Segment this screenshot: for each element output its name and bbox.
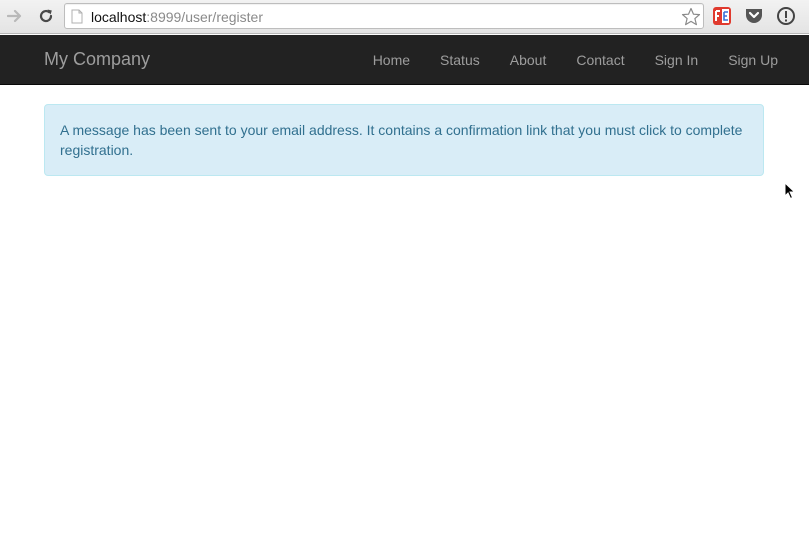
page-icon [71,9,83,29]
nav-sign-up[interactable]: Sign Up [713,35,809,85]
info-alert: A message has been sent to your email ad… [44,104,764,176]
nav-sign-in[interactable]: Sign In [640,35,714,85]
fe-extension-icon[interactable] [711,5,733,27]
url-path: :8999/user/register [146,9,263,25]
nav-home[interactable]: Home [358,35,425,85]
nav-contact[interactable]: Contact [561,35,639,85]
brand-link[interactable]: My Company [44,49,150,69]
mouse-cursor-icon [784,181,796,205]
address-bar[interactable]: localhost:8999/user/register [64,3,704,29]
reload-icon[interactable] [36,6,56,26]
info-icon[interactable] [775,5,797,27]
top-navbar: My Company Home Status About Contact Sig… [0,35,809,85]
alert-message: A message has been sent to your email ad… [60,122,743,158]
pocket-icon[interactable] [743,5,765,27]
browser-toolbar: localhost:8999/user/register [0,0,809,34]
nav-about[interactable]: About [495,35,562,85]
nav-status[interactable]: Status [425,35,495,85]
url-host: localhost [91,9,147,25]
url-text[interactable]: localhost:8999/user/register [91,9,263,25]
nav-links: Home Status About Contact Sign In Sign U… [358,35,809,85]
star-icon[interactable] [681,7,701,32]
forward-arrow-icon[interactable] [5,6,25,26]
